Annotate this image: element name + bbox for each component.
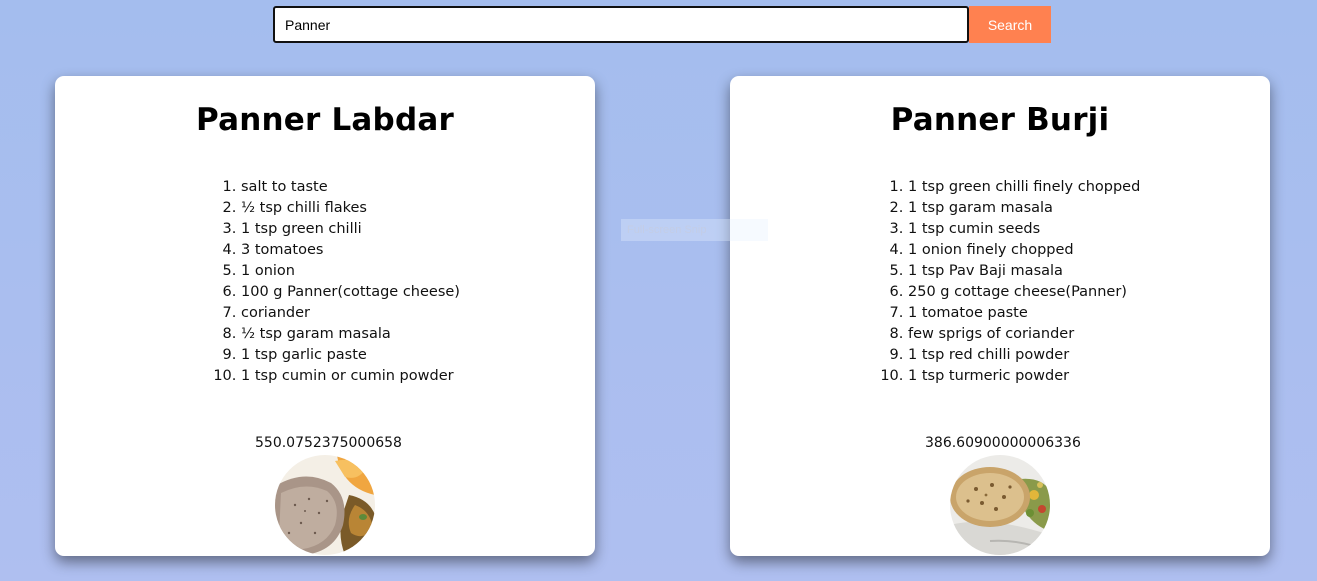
recipe-calories: 550.0752375000658 (255, 435, 402, 451)
ingredient-item: 1 tsp red chilli powder (908, 345, 1140, 366)
ingredient-list: 1 tsp green chilli finely chopped 1 tsp … (908, 177, 1140, 387)
ingredient-list: salt to taste ½ tsp chilli flakes 1 tsp … (241, 177, 460, 387)
ingredient-item: 1 tsp garlic paste (241, 345, 460, 366)
ingredient-item: 1 tomatoe paste (908, 303, 1140, 324)
ingredient-item: 1 tsp Pav Baji masala (908, 261, 1140, 282)
recipe-calories: 386.60900000006336 (925, 435, 1081, 451)
ingredient-item: 1 onion (241, 261, 460, 282)
recipe-card: Panner Labdar salt to taste ½ tsp chilli… (55, 76, 595, 556)
recipe-image (275, 455, 375, 555)
ingredient-item: 1 tsp green chilli finely chopped (908, 177, 1140, 198)
ingredient-item: 1 tsp turmeric powder (908, 366, 1140, 387)
ingredient-item: 1 tsp garam masala (908, 198, 1140, 219)
ingredient-item: 250 g cottage cheese(Panner) (908, 282, 1140, 303)
search-input[interactable] (273, 6, 969, 43)
recipe-title: Panner Burji (890, 102, 1110, 138)
snip-tooltip: Full-screen Snip (621, 219, 768, 241)
ingredient-item: 3 tomatoes (241, 240, 460, 261)
recipe-title: Panner Labdar (196, 102, 454, 138)
ingredient-item: ½ tsp chilli flakes (241, 198, 460, 219)
recipe-image (950, 455, 1050, 555)
search-form: Search (273, 6, 1051, 43)
ingredient-item: few sprigs of coriander (908, 324, 1140, 345)
ingredient-item: 1 tsp green chilli (241, 219, 460, 240)
ingredient-item: 100 g Panner(cottage cheese) (241, 282, 460, 303)
ingredient-item: coriander (241, 303, 460, 324)
search-button[interactable]: Search (969, 6, 1051, 43)
ingredient-item: salt to taste (241, 177, 460, 198)
ingredient-item: 1 tsp cumin seeds (908, 219, 1140, 240)
ingredient-item: 1 tsp cumin or cumin powder (241, 366, 460, 387)
ingredient-item: ½ tsp garam masala (241, 324, 460, 345)
recipe-card: Panner Burji 1 tsp green chilli finely c… (730, 76, 1270, 556)
ingredient-item: 1 onion finely chopped (908, 240, 1140, 261)
